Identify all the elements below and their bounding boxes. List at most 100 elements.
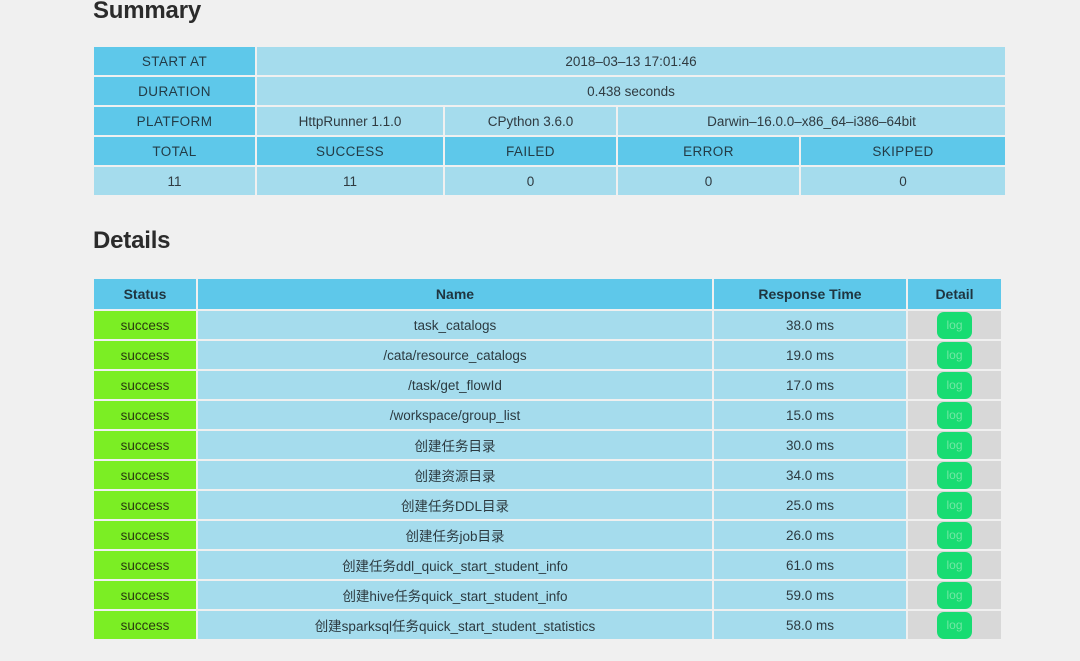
platform-os: Darwin–16.0.0–x86_64–i386–64bit: [618, 107, 1006, 135]
details-heading: Details: [93, 227, 171, 254]
test-case-name: 创建任务DDL目录: [198, 491, 712, 519]
test-case-name: task_catalogs: [198, 311, 712, 339]
status-badge: success: [94, 491, 196, 519]
failed-label: FAILED: [445, 137, 616, 165]
summary-row-duration: DURATION 0.438 seconds: [94, 77, 1006, 105]
table-row: success 创建任务ddl_quick_start_student_info 6…: [94, 551, 1001, 579]
success-label: SUCCESS: [257, 137, 443, 165]
response-time-value: 61.0 ms: [714, 551, 906, 579]
table-row: success 创建hive任务quick_start_student_info 5…: [94, 581, 1001, 609]
details-table: Status Name Response Time Detail success…: [92, 277, 1003, 641]
duration-value: 0.438 seconds: [257, 77, 1006, 105]
summary-heading: Summary: [93, 0, 201, 24]
duration-label: DURATION: [94, 77, 255, 105]
detail-cell: log: [908, 551, 1001, 579]
failed-value: 0: [445, 167, 616, 195]
report-page: Summary START AT 2018–03–13 17:01:46 DUR…: [0, 0, 1080, 661]
summary-row-start-at: START AT 2018–03–13 17:01:46: [94, 47, 1006, 75]
total-label: TOTAL: [94, 137, 255, 165]
test-case-name: 创建资源目录: [198, 461, 712, 489]
platform-label: PLATFORM: [94, 107, 255, 135]
response-time-value: 59.0 ms: [714, 581, 906, 609]
start-at-label: START AT: [94, 47, 255, 75]
test-case-name: /workspace/group_list: [198, 401, 712, 429]
summary-row-platform: PLATFORM HttpRunner 1.1.0 CPython 3.6.0 …: [94, 107, 1006, 135]
test-case-name: 创建任务job目录: [198, 521, 712, 549]
table-row: success 创建sparksql任务quick_start_student_s…: [94, 611, 1001, 639]
table-row: success/workspace/group_list 15.0 ms log: [94, 401, 1001, 429]
test-case-name: 创建sparksql任务quick_start_student_statisti…: [198, 611, 712, 639]
log-button[interactable]: log: [937, 551, 972, 579]
status-badge: success: [94, 581, 196, 609]
detail-cell: log: [908, 461, 1001, 489]
status-badge: success: [94, 611, 196, 639]
log-button[interactable]: log: [937, 491, 972, 519]
response-time-value: 30.0 ms: [714, 431, 906, 459]
response-time-value: 26.0 ms: [714, 521, 906, 549]
detail-cell: log: [908, 521, 1001, 549]
platform-runner: HttpRunner 1.1.0: [257, 107, 443, 135]
log-button[interactable]: log: [937, 461, 972, 489]
status-badge: success: [94, 431, 196, 459]
detail-cell: log: [908, 341, 1001, 369]
status-badge: success: [94, 341, 196, 369]
table-row: success/task/get_flowId 17.0 ms log: [94, 371, 1001, 399]
table-row: success 创建任务job目录 26.0 ms log: [94, 521, 1001, 549]
column-header-name: Name: [198, 279, 712, 309]
skipped-label: SKIPPED: [801, 137, 1006, 165]
status-badge: success: [94, 461, 196, 489]
table-row: success task_catalogs 38.0 ms log: [94, 311, 1001, 339]
detail-cell: log: [908, 311, 1001, 339]
log-button[interactable]: log: [937, 401, 972, 429]
detail-cell: log: [908, 371, 1001, 399]
status-badge: success: [94, 311, 196, 339]
status-badge: success: [94, 521, 196, 549]
response-time-value: 38.0 ms: [714, 311, 906, 339]
platform-python: CPython 3.6.0: [445, 107, 616, 135]
detail-cell: log: [908, 581, 1001, 609]
test-case-name: /task/get_flowId: [198, 371, 712, 399]
response-time-value: 58.0 ms: [714, 611, 906, 639]
column-header-status: Status: [94, 279, 196, 309]
table-row: success 创建资源目录 34.0 ms log: [94, 461, 1001, 489]
log-button[interactable]: log: [937, 341, 972, 369]
log-button[interactable]: log: [937, 581, 972, 609]
response-time-value: 25.0 ms: [714, 491, 906, 519]
log-button[interactable]: log: [937, 521, 972, 549]
details-header-row: Status Name Response Time Detail: [94, 279, 1001, 309]
total-value: 11: [94, 167, 255, 195]
detail-cell: log: [908, 611, 1001, 639]
test-case-name: /cata/resource_catalogs: [198, 341, 712, 369]
status-badge: success: [94, 371, 196, 399]
status-badge: success: [94, 551, 196, 579]
log-button[interactable]: log: [937, 371, 972, 399]
error-label: ERROR: [618, 137, 799, 165]
success-value: 11: [257, 167, 443, 195]
start-at-value: 2018–03–13 17:01:46: [257, 47, 1006, 75]
status-badge: success: [94, 401, 196, 429]
test-case-name: 创建任务目录: [198, 431, 712, 459]
table-row: success 创建任务目录 30.0 ms log: [94, 431, 1001, 459]
error-value: 0: [618, 167, 799, 195]
response-time-value: 15.0 ms: [714, 401, 906, 429]
details-body: success task_catalogs 38.0 ms log success/ca…: [94, 311, 1001, 639]
column-header-detail: Detail: [908, 279, 1001, 309]
detail-cell: log: [908, 491, 1001, 519]
table-row: success/cata/resource_catalogs 19.0 ms log: [94, 341, 1001, 369]
log-button[interactable]: log: [937, 311, 972, 339]
summary-row-stat-labels: TOTAL SUCCESS FAILED ERROR SKIPPED: [94, 137, 1006, 165]
test-case-name: 创建hive任务quick_start_student_info: [198, 581, 712, 609]
log-button[interactable]: log: [937, 611, 972, 639]
response-time-value: 17.0 ms: [714, 371, 906, 399]
test-case-name: 创建任务ddl_quick_start_student_info: [198, 551, 712, 579]
log-button[interactable]: log: [937, 431, 972, 459]
summary-table: START AT 2018–03–13 17:01:46 DURATION 0.…: [92, 45, 1007, 197]
response-time-value: 19.0 ms: [714, 341, 906, 369]
column-header-response-time: Response Time: [714, 279, 906, 309]
detail-cell: log: [908, 401, 1001, 429]
skipped-value: 0: [801, 167, 1006, 195]
response-time-value: 34.0 ms: [714, 461, 906, 489]
detail-cell: log: [908, 431, 1001, 459]
table-row: success 创建任务DDL目录 25.0 ms log: [94, 491, 1001, 519]
summary-row-stat-values: 11 11 0 0 0: [94, 167, 1006, 195]
